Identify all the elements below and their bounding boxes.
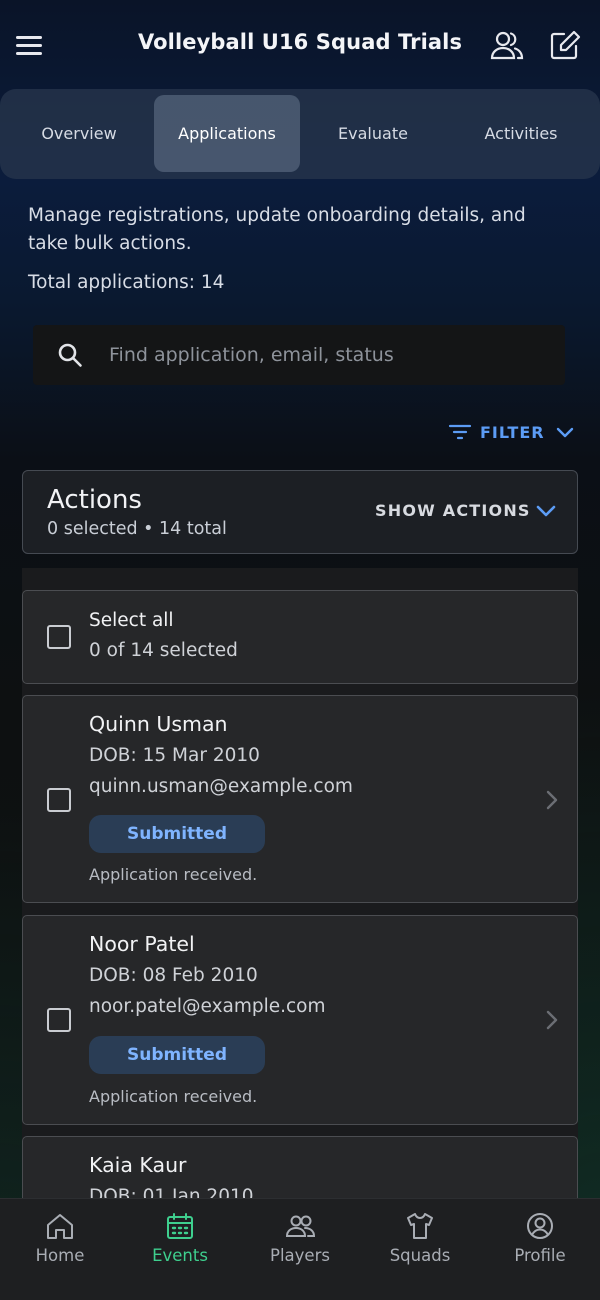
select-all-label: Select all — [89, 610, 174, 631]
actions-selection-count: 0 selected • 14 total — [47, 519, 227, 539]
applicant-email: noor.patel@example.com — [89, 996, 326, 1017]
search-input[interactable] — [109, 325, 549, 385]
total-applications: Total applications: 14 — [28, 272, 225, 293]
filter-label: FILTER — [480, 422, 545, 442]
application-card[interactable]: Noor Patel DOB: 08 Feb 2010 noor.patel@e… — [22, 915, 578, 1125]
players-icon — [285, 1215, 315, 1237]
nav-label: Profile — [514, 1246, 566, 1265]
nav-squads[interactable]: Squads — [360, 1199, 480, 1300]
chevron-right-icon[interactable] — [545, 789, 559, 811]
select-all-checkbox[interactable] — [47, 625, 71, 649]
filter-icon — [448, 424, 472, 440]
actions-panel: Actions 0 selected • 14 total SHOW ACTIO… — [22, 470, 578, 554]
home-icon — [47, 1214, 73, 1239]
applicant-email: quinn.usman@example.com — [89, 776, 353, 797]
shirt-icon — [407, 1213, 433, 1239]
tab-overview[interactable]: Overview — [6, 95, 152, 172]
edit-square-icon[interactable] — [547, 28, 583, 64]
nav-profile[interactable]: Profile — [480, 1199, 600, 1300]
chevron-down-icon — [536, 505, 555, 516]
select-all-count: 0 of 14 selected — [89, 640, 238, 661]
nav-label: Home — [35, 1246, 85, 1265]
search-bar — [33, 325, 565, 385]
nav-label: Squads — [389, 1246, 451, 1265]
row-checkbox[interactable] — [47, 1008, 71, 1032]
search-icon — [58, 343, 82, 367]
tab-applications[interactable]: Applications — [154, 95, 300, 172]
filter-button[interactable]: FILTER — [448, 418, 575, 446]
application-note: Application received. — [89, 865, 258, 884]
nav-home[interactable]: Home — [0, 1199, 120, 1300]
tab-evaluate[interactable]: Evaluate — [302, 95, 444, 172]
page-description: Manage registrations, update onboarding … — [28, 205, 526, 254]
show-actions-button[interactable]: SHOW ACTIONS — [375, 501, 557, 520]
tab-activities[interactable]: Activities — [446, 95, 596, 172]
actions-title: Actions — [47, 485, 142, 515]
applicant-name: Noor Patel — [89, 932, 195, 956]
top-app-bar: Volleyball U16 Squad Trials — [0, 0, 600, 92]
chevron-right-icon[interactable] — [545, 1009, 559, 1031]
bottom-navigation: Home Events Players Squads Profile — [0, 1198, 600, 1300]
chevron-down-icon — [556, 427, 573, 438]
show-actions-label: SHOW ACTIONS — [375, 501, 531, 520]
applications-list: Select all 0 of 14 selected Quinn Usman … — [22, 568, 578, 1200]
select-all-row: Select all 0 of 14 selected — [22, 590, 578, 684]
applicant-dob: DOB: 08 Feb 2010 — [89, 965, 258, 986]
applicant-name: Kaia Kaur — [89, 1153, 187, 1177]
tab-bar: Overview Applications Evaluate Activitie… — [0, 89, 600, 179]
nav-events[interactable]: Events — [120, 1199, 240, 1300]
application-card[interactable]: Kaia Kaur DOB: 01 Jan 2010 — [22, 1136, 578, 1200]
applicant-name: Quinn Usman — [89, 712, 228, 736]
application-card[interactable]: Quinn Usman DOB: 15 Mar 2010 quinn.usman… — [22, 695, 578, 903]
status-badge: Submitted — [89, 1036, 265, 1074]
nav-players[interactable]: Players — [240, 1199, 360, 1300]
calendar-icon — [167, 1213, 193, 1239]
row-checkbox[interactable] — [47, 788, 71, 812]
status-badge: Submitted — [89, 815, 265, 853]
nav-label: Events — [152, 1246, 208, 1265]
people-group-icon[interactable] — [489, 28, 525, 64]
nav-label: Players — [270, 1246, 330, 1265]
applicant-dob: DOB: 15 Mar 2010 — [89, 745, 260, 766]
application-note: Application received. — [89, 1087, 258, 1106]
profile-icon — [527, 1213, 553, 1239]
